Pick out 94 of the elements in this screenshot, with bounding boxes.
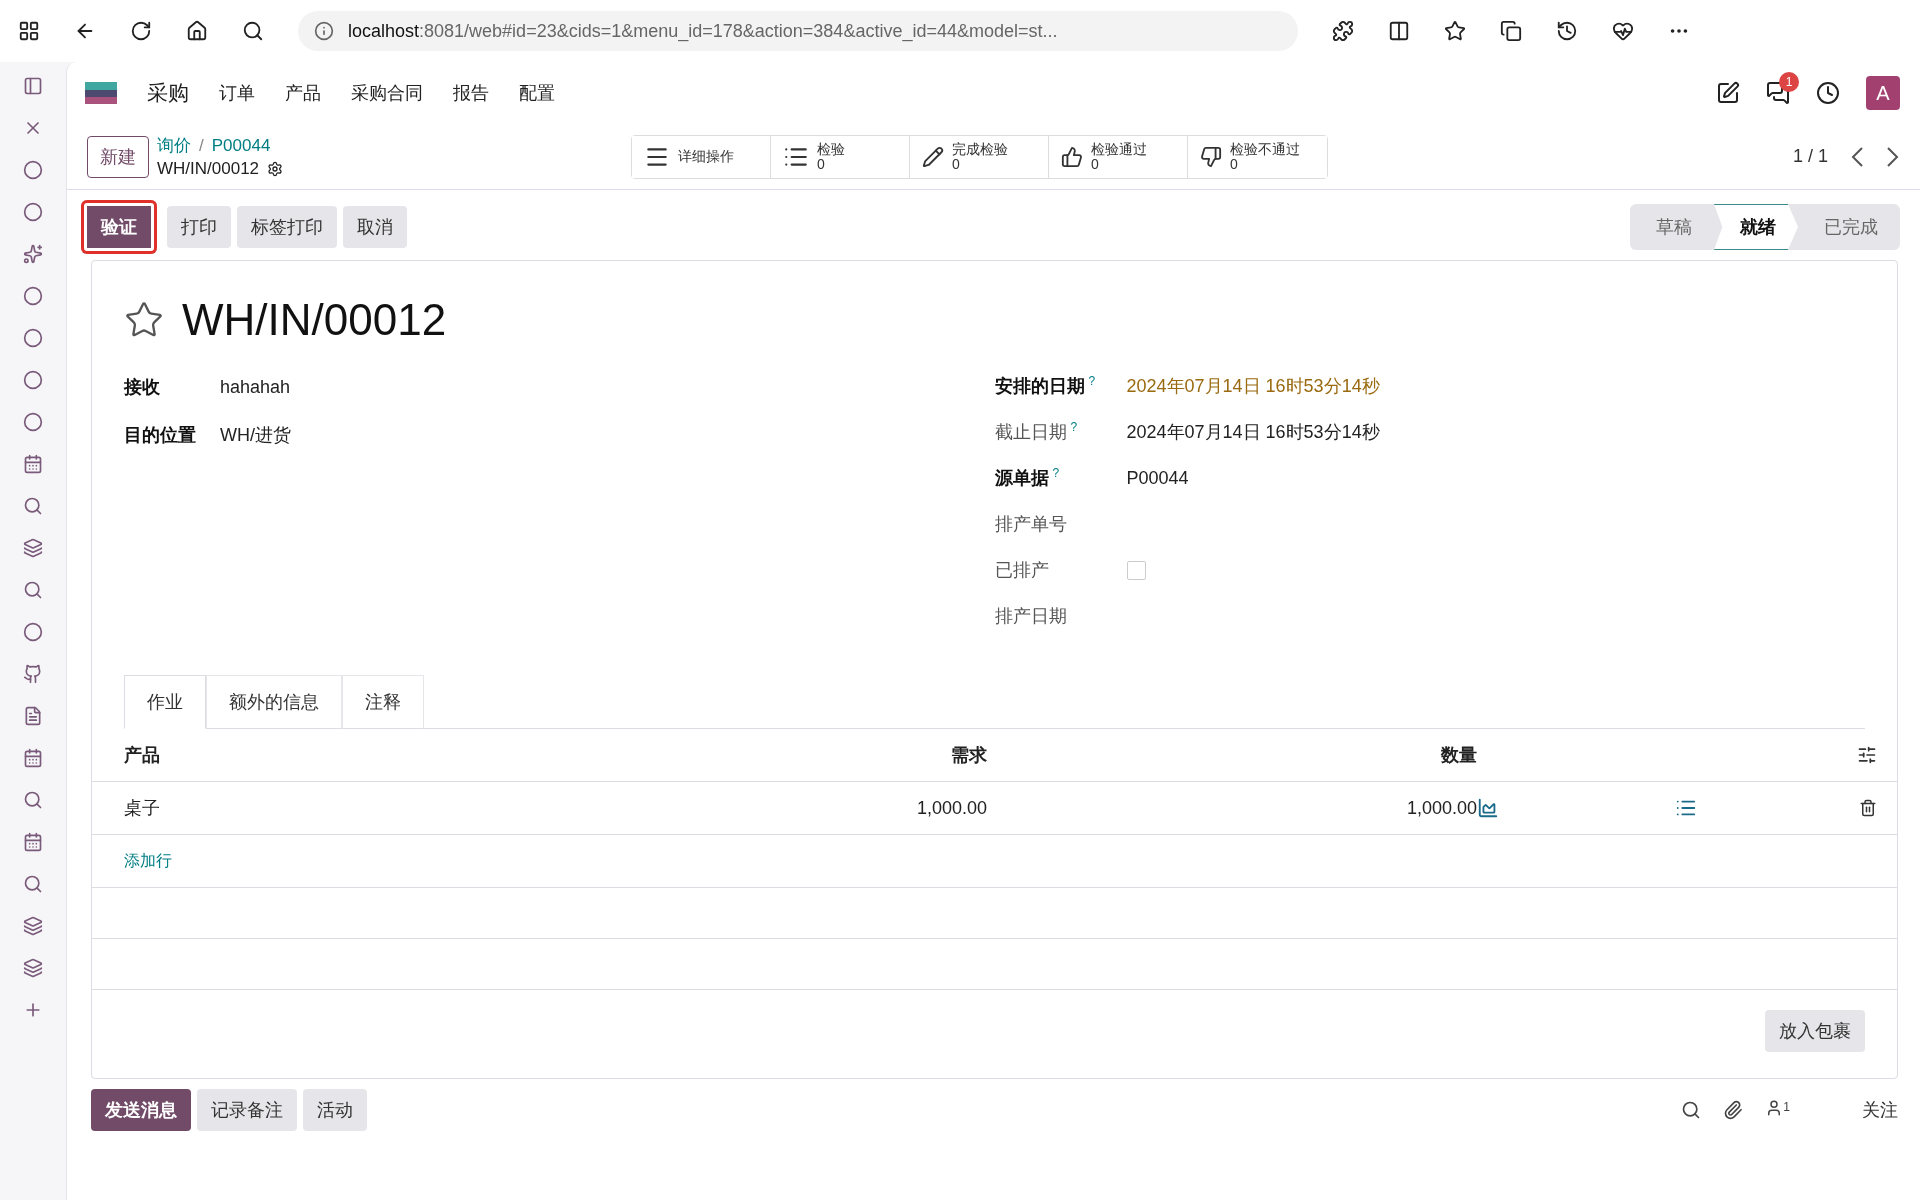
breadcrumb-link[interactable]: P00044 <box>211 135 271 156</box>
field-value: 2024年07月14日 16时53分14秒 <box>1126 421 1380 444</box>
tab[interactable]: 额外的信息 <box>206 675 342 729</box>
settings-icon[interactable] <box>267 161 284 177</box>
checkbox[interactable] <box>1126 560 1146 580</box>
breadcrumb-link[interactable]: 询价 <box>157 134 191 157</box>
ring-icon[interactable] <box>23 370 43 390</box>
status-step[interactable]: 就绪 <box>1714 204 1798 250</box>
chatter-button[interactable]: 活动 <box>303 1089 367 1131</box>
add-line-link[interactable]: 添加行 <box>124 850 507 872</box>
menu-item[interactable]: 采购合同 <box>351 81 423 105</box>
ring-icon[interactable] <box>23 286 43 306</box>
chatter-button[interactable]: 记录备注 <box>197 1089 297 1131</box>
document-icon[interactable] <box>23 706 43 726</box>
table-cell-text: 桌子 <box>124 797 161 820</box>
field-label: 接收 <box>124 376 161 399</box>
breadcrumb-separator: / <box>199 135 204 156</box>
record-name: WH/IN/00012 <box>157 159 260 179</box>
followers-count: 1 <box>1783 1099 1790 1114</box>
field-label: 排产单号 <box>994 513 1068 536</box>
next-icon[interactable] <box>1886 145 1900 168</box>
split-icon[interactable] <box>1388 20 1410 42</box>
cat-icon[interactable] <box>23 664 43 684</box>
favorites-icon[interactable] <box>1444 20 1466 42</box>
url-text: localhost:8081/web#id=23&cids=1&menu_id=178&action=384&active_id=44&model=st... <box>348 20 1058 42</box>
field-label: 已排产 <box>994 559 1050 582</box>
address-bar[interactable]: localhost:8081/web#id=23&cids=1&menu_id=178&action=384&active_id=44&model=st... <box>298 11 1298 51</box>
new-button[interactable]: 新建 <box>87 135 149 178</box>
reload-icon[interactable] <box>130 20 152 42</box>
thumbs-down-icon <box>1200 145 1223 168</box>
pager-value: 1 / 1 <box>1792 146 1828 167</box>
clock-icon[interactable] <box>1816 81 1840 105</box>
thumbs-up-icon <box>1061 145 1084 168</box>
home-icon[interactable] <box>186 20 208 42</box>
tab[interactable]: 作业 <box>124 675 206 729</box>
ring-icon[interactable] <box>23 412 43 432</box>
ring-icon[interactable] <box>23 160 43 180</box>
pencil-icon <box>922 145 945 168</box>
record-title: WH/IN/00012 <box>182 295 447 345</box>
edit-icon[interactable] <box>1716 81 1740 105</box>
message-count: 1 <box>1779 72 1799 92</box>
field-value: P00044 <box>1126 467 1189 489</box>
menu-item[interactable]: 订单 <box>219 81 255 105</box>
panel-icon[interactable] <box>23 76 43 96</box>
action-button[interactable]: 打印 <box>167 206 231 248</box>
search-icon[interactable] <box>1681 1100 1702 1120</box>
field-label: 排产日期 <box>994 605 1068 628</box>
field-label: 源单据 $^{?}$ <box>994 466 1061 490</box>
health-icon[interactable] <box>1612 20 1634 42</box>
previous-icon[interactable] <box>1850 145 1864 168</box>
field-label: 截止日期 $^{?}$ <box>994 420 1079 444</box>
chatter-button[interactable]: 发送消息 <box>91 1089 191 1131</box>
column-settings-icon[interactable] <box>1857 745 1877 765</box>
column-header: 产品 <box>124 744 161 767</box>
search-icon[interactable] <box>242 20 264 42</box>
app-name[interactable]: 采购 <box>147 79 189 107</box>
delete-icon[interactable] <box>1859 799 1877 817</box>
extension-icon[interactable] <box>1332 20 1354 42</box>
column-header: 数量 <box>1440 744 1477 767</box>
user-avatar[interactable]: A <box>1866 76 1900 110</box>
table-cell-text: 1,000.00 <box>915 797 987 819</box>
status-step[interactable]: 草稿 <box>1630 204 1714 250</box>
app-logo-icon <box>85 82 117 104</box>
action-button[interactable]: 取消 <box>343 206 407 248</box>
collections-icon[interactable] <box>1500 20 1522 42</box>
menu-item[interactable]: 报告 <box>453 81 489 105</box>
action-button[interactable]: 验证 <box>81 200 157 254</box>
field-label: 目的位置 <box>124 424 197 447</box>
field-value: hahahah <box>220 376 291 398</box>
field-value: WH/进货 <box>220 424 291 447</box>
info-icon <box>314 21 334 41</box>
status-step[interactable]: 已完成 <box>1798 204 1900 250</box>
sparkle-icon[interactable] <box>23 244 43 264</box>
ring-icon[interactable] <box>23 328 43 348</box>
smart-button[interactable]: 详细操作 <box>632 135 772 178</box>
field-value: 2024年07月14日 16时53分14秒 <box>1126 375 1380 398</box>
menu-item[interactable]: 产品 <box>285 81 321 105</box>
ring-icon[interactable] <box>23 622 43 642</box>
forecast-icon[interactable] <box>1477 797 1499 819</box>
tabs-icon[interactable] <box>18 20 40 42</box>
column-header: 需求 <box>950 744 987 767</box>
calendar-icon[interactable] <box>23 454 43 474</box>
follow-link[interactable]: 关注 <box>1862 1098 1898 1122</box>
paperclip-icon[interactable] <box>1723 1100 1744 1120</box>
ring-icon[interactable] <box>23 202 43 222</box>
menu-item[interactable]: 配置 <box>519 81 555 105</box>
calendar-icon[interactable] <box>23 832 43 852</box>
calendar-icon[interactable] <box>23 748 43 768</box>
action-button[interactable]: 标签打印 <box>237 206 337 248</box>
table-cell-text: 1,000.00 <box>1405 797 1477 819</box>
tab[interactable]: 注释 <box>342 675 424 729</box>
field-label: 安排的日期 $^{?}$ <box>994 374 1097 398</box>
put-in-pack-button[interactable]: 放入包裹 <box>1765 1010 1865 1052</box>
history-icon[interactable] <box>1556 20 1578 42</box>
